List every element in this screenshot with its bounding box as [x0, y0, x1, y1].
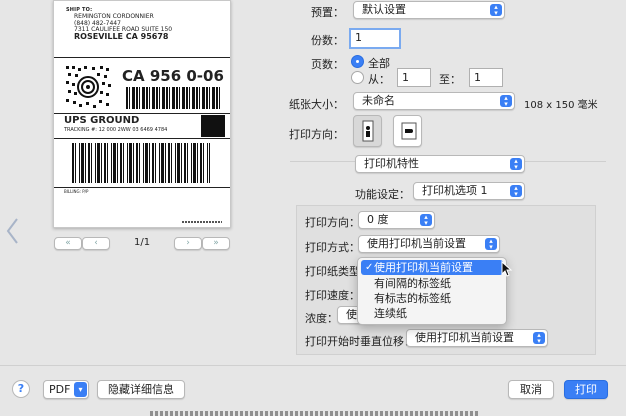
- print-method-popup[interactable]: 使用打印机当前设置 ▴ ▾: [358, 235, 500, 253]
- paper-type-option-continuous[interactable]: 连续纸: [358, 306, 506, 321]
- print-direction-popup[interactable]: 0 度 ▴ ▾: [358, 211, 435, 229]
- pages-from-field[interactable]: 1: [397, 68, 431, 87]
- chevron-updown-icon: ▴ ▾: [500, 95, 512, 108]
- pages-from-label: 从：: [368, 73, 390, 86]
- paper-type-option-current[interactable]: ✓ 使用打印机当前设置: [361, 260, 503, 275]
- preset-popup[interactable]: 默认设置 ▴ ▾: [353, 1, 505, 19]
- chevron-updown-icon: ▴ ▾: [533, 332, 545, 345]
- service-indicator-box: [201, 115, 225, 137]
- chevron-updown-icon: ▴ ▾: [490, 4, 502, 17]
- landscape-icon: [401, 122, 417, 140]
- pages-to-label: 至：: [439, 73, 461, 86]
- print-direction-label: 打印方向：: [305, 216, 360, 229]
- copies-label: 份数：: [311, 34, 344, 47]
- postal-barcode: [126, 87, 222, 109]
- previous-page-button[interactable]: ‹: [82, 237, 110, 250]
- paper-type-option-gap[interactable]: 有间隔的标签纸: [358, 276, 506, 291]
- first-page-button[interactable]: «: [54, 237, 82, 250]
- pages-label: 页数：: [311, 58, 344, 71]
- maxicode: [64, 64, 112, 110]
- pages-range-radio[interactable]: [351, 71, 364, 84]
- print-speed-label: 打印速度：: [305, 289, 360, 302]
- pages-to-field[interactable]: 1: [469, 68, 503, 87]
- feature-set-value: 打印机选项 1: [422, 184, 488, 197]
- print-method-value: 使用打印机当前设置: [367, 237, 466, 250]
- paper-type-option-mark[interactable]: 有标志的标签纸: [358, 291, 506, 306]
- portrait-orientation-button[interactable]: [353, 115, 382, 147]
- print-button[interactable]: 打印: [564, 380, 608, 399]
- service-level: UPS GROUND: [64, 115, 140, 126]
- density-label: 浓度：: [305, 312, 338, 325]
- preset-value: 默认设置: [362, 3, 406, 16]
- recipient-city: ROSEVILLE CA 95678: [74, 32, 169, 41]
- pages-all-label: 全部: [368, 57, 390, 70]
- section-popup[interactable]: 打印机特性 ▴ ▾: [355, 155, 525, 173]
- vertical-offset-value: 使用打印机当前设置: [415, 331, 514, 344]
- vertical-offset-label: 打印开始时垂直位移：: [305, 335, 415, 348]
- chevron-down-icon: ▾: [74, 382, 87, 397]
- orientation-label: 打印方向：: [289, 128, 344, 141]
- portrait-icon: [362, 120, 374, 142]
- tracking-number: TRACKING #: 12 000 2WW 03 6469 4784: [64, 127, 168, 133]
- feature-set-label: 功能设定：: [355, 188, 410, 201]
- previous-page-arrow-icon[interactable]: [4, 216, 20, 246]
- print-preview: SHIP TO: REMINGTON CORDONNIER (848) 482-…: [53, 0, 231, 228]
- hide-details-button[interactable]: 隐藏详细信息: [97, 380, 185, 399]
- chevron-updown-icon: ▴ ▾: [510, 158, 522, 171]
- print-method-label: 打印方式：: [305, 241, 360, 254]
- cancel-button[interactable]: 取消: [508, 380, 554, 399]
- help-button[interactable]: ?: [12, 380, 30, 398]
- feature-set-popup[interactable]: 打印机选项 1 ▴ ▾: [413, 182, 525, 200]
- vertical-offset-popup[interactable]: 使用打印机当前设置 ▴ ▾: [406, 329, 548, 347]
- recipient-name: REMINGTON CORDONNIER: [74, 13, 154, 20]
- preset-label: 预置：: [311, 6, 344, 19]
- paper-size-popup[interactable]: 未命名 ▴ ▾: [353, 92, 515, 110]
- page-indicator: 1/1: [134, 237, 151, 248]
- checkmark-icon: ✓: [365, 262, 374, 273]
- chevron-updown-icon: ▴ ▾: [510, 185, 522, 198]
- density-value: 使: [346, 308, 357, 321]
- postal-routing-code: CA 956 0-06: [122, 67, 224, 85]
- section-value: 打印机特性: [364, 157, 419, 170]
- bottom-divider: [0, 365, 626, 366]
- mouse-cursor-icon: [501, 260, 513, 277]
- tracking-barcode: [72, 143, 210, 183]
- landscape-orientation-button[interactable]: [393, 115, 422, 147]
- copies-field[interactable]: 1: [349, 28, 401, 49]
- background-text-strip: [150, 411, 480, 416]
- billing-info: BILLING: P/P: [64, 189, 89, 194]
- paper-type-label: 打印纸类型: [305, 265, 360, 278]
- paper-size-label: 纸张大小：: [289, 98, 344, 111]
- paper-size-dimensions: 108 x 150 毫米: [524, 100, 598, 111]
- print-direction-value: 0 度: [367, 213, 389, 226]
- label-footer-text: [182, 221, 222, 223]
- paper-type-menu: ✓ 使用打印机当前设置 有间隔的标签纸 有标志的标签纸 连续纸: [357, 257, 507, 325]
- paper-size-value: 未命名: [362, 94, 395, 107]
- chevron-updown-icon: ▴ ▾: [485, 238, 497, 251]
- chevron-updown-icon: ▴ ▾: [420, 214, 432, 227]
- last-page-button[interactable]: »: [202, 237, 230, 250]
- next-page-button[interactable]: ›: [174, 237, 202, 250]
- pages-all-radio[interactable]: [351, 55, 364, 68]
- pdf-menu-button[interactable]: PDF ▾: [43, 380, 89, 399]
